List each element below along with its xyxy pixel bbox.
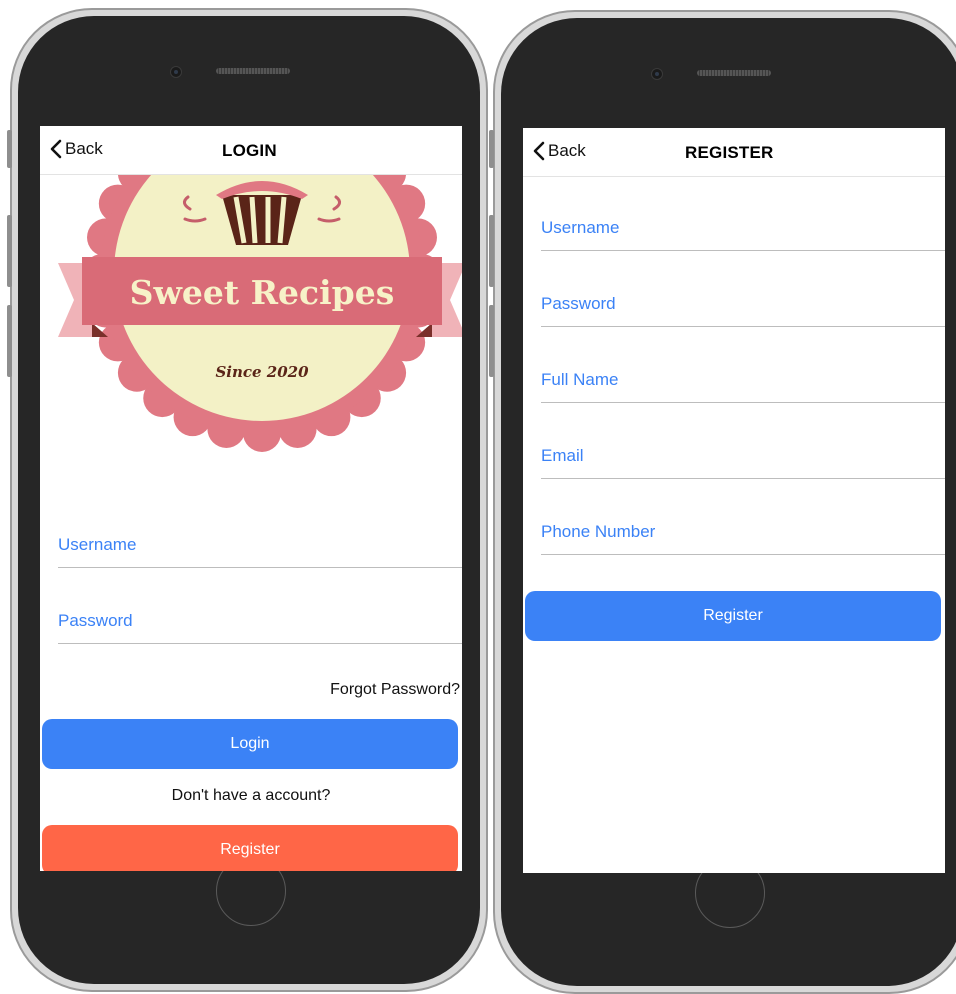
volume-up-button[interactable] <box>7 215 12 287</box>
no-account-text: Don't have a account? <box>171 787 331 804</box>
logo-tagline-text: Since 2020 <box>215 363 309 381</box>
username-input[interactable]: Username <box>541 201 945 251</box>
login-button[interactable]: Login <box>42 719 458 769</box>
back-label: Back <box>548 141 586 160</box>
login-screen: Back LOGIN Sweet Recipes Since 2020 User… <box>40 126 462 871</box>
full-name-input[interactable]: Full Name <box>541 353 945 403</box>
full-name-placeholder: Full Name <box>541 370 619 389</box>
password-placeholder: Password <box>541 294 616 313</box>
volume-up-button[interactable] <box>489 215 494 287</box>
back-label: Back <box>65 139 103 158</box>
chevron-left-icon <box>50 139 62 159</box>
phone-frame-register: Back REGISTER Username Password Full Nam… <box>493 10 956 994</box>
navbar: Back LOGIN <box>40 126 462 175</box>
volume-down-button[interactable] <box>489 305 494 377</box>
sweet-recipes-logo: Sweet Recipes Since 2020 <box>58 175 462 452</box>
register-submit-button[interactable]: Register <box>525 591 941 641</box>
password-placeholder: Password <box>58 611 133 630</box>
phone-frame-login: Back LOGIN Sweet Recipes Since 2020 User… <box>10 8 488 992</box>
username-input[interactable]: Username <box>58 518 462 568</box>
speaker-grille <box>216 68 290 74</box>
username-placeholder: Username <box>58 535 137 554</box>
forgot-password-link[interactable]: Forgot Password? <box>330 681 460 699</box>
email-input[interactable]: Email <box>541 429 945 479</box>
speaker-grille <box>697 70 771 76</box>
back-button[interactable]: Back <box>533 141 586 161</box>
email-placeholder: Email <box>541 446 584 465</box>
volume-down-button[interactable] <box>7 305 12 377</box>
page-title: REGISTER <box>685 143 774 162</box>
navbar: Back REGISTER <box>523 128 945 177</box>
back-button[interactable]: Back <box>50 139 103 159</box>
front-camera-icon <box>651 68 663 80</box>
page-title: LOGIN <box>222 141 277 160</box>
chevron-left-icon <box>533 141 545 161</box>
register-button[interactable]: Register <box>42 825 458 871</box>
phone-number-input[interactable]: Phone Number <box>541 505 945 555</box>
password-input[interactable]: Password <box>58 594 462 644</box>
mute-switch[interactable] <box>7 130 12 168</box>
username-placeholder: Username <box>541 218 620 237</box>
logo-brand-text: Sweet Recipes <box>130 273 395 312</box>
mute-switch[interactable] <box>489 130 494 168</box>
phone-number-placeholder: Phone Number <box>541 522 656 541</box>
register-screen: Back REGISTER Username Password Full Nam… <box>523 128 945 873</box>
front-camera-icon <box>170 66 182 78</box>
password-input[interactable]: Password <box>541 277 945 327</box>
